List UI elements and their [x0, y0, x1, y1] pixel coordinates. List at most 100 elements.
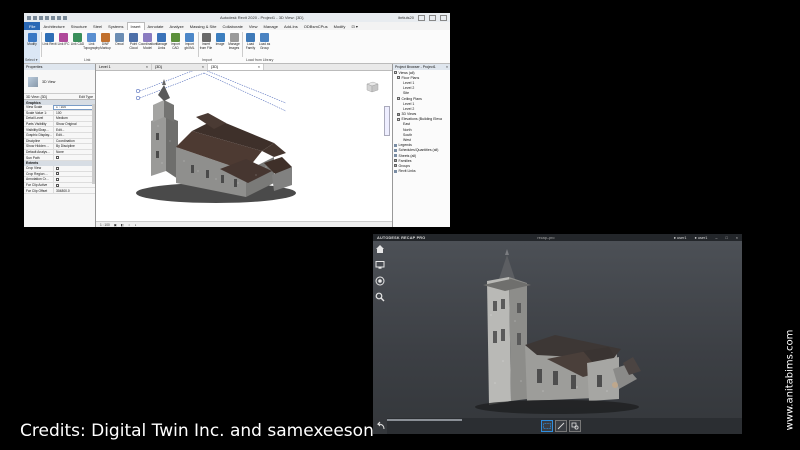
3d-view-canvas[interactable]: Level 1 × {3D} × {3D} × 1: 100 ▣ ◧ ☼ ◐ [96, 64, 392, 227]
property-value[interactable]: 1 : 100 [53, 105, 95, 110]
back-arrow-icon[interactable] [376, 421, 386, 431]
ribbon-panel-label[interactable]: Select ▾ [25, 58, 37, 62]
browser-node[interactable]: Revit Links [393, 169, 450, 174]
ribbon-tab[interactable]: Analyze [167, 22, 187, 30]
ribbon-tab[interactable]: Annotate [145, 22, 167, 30]
save-icon[interactable] [33, 15, 37, 20]
measure-icon[interactable] [57, 15, 61, 20]
maximize-button[interactable] [429, 14, 436, 21]
text-icon[interactable] [63, 15, 67, 20]
type-selector[interactable]: 3D View [24, 70, 95, 94]
annotate-icon[interactable] [569, 420, 581, 432]
property-value[interactable]: 304800.0 [53, 188, 95, 193]
recap-3d-viewport[interactable] [387, 241, 742, 418]
view-cube-icon[interactable] [364, 80, 380, 94]
view-tab[interactable]: {3D} × [208, 64, 264, 70]
ribbon-tab[interactable]: ⊡ ▾ [348, 22, 360, 30]
ribbon-tab[interactable]: Collaborate [219, 22, 245, 30]
ribbon-tab[interactable]: Insert [126, 22, 145, 30]
ribbon-tab[interactable]: Structure [68, 22, 90, 30]
close-icon[interactable]: × [446, 65, 448, 69]
ribbon-tab[interactable]: Add-Ins [281, 22, 301, 30]
property-value[interactable] [53, 177, 95, 182]
open-icon[interactable] [27, 15, 31, 20]
timeline-scroll-handle[interactable] [387, 419, 462, 421]
property-checkbox[interactable] [56, 177, 59, 181]
select-window-icon[interactable] [541, 420, 553, 432]
tool-label: Import CAD [170, 42, 181, 50]
property-value[interactable]: By Discipline [53, 144, 95, 149]
recap-user-right[interactable]: ● user1 [695, 236, 708, 240]
quick-access-toolbar[interactable] [27, 15, 67, 20]
home-icon[interactable] [375, 244, 385, 254]
ribbon-tab[interactable]: Manage [261, 22, 281, 30]
property-value[interactable] [53, 165, 95, 171]
browser-node-label: Level 2 [403, 106, 415, 111]
expand-icon[interactable]: + [397, 112, 400, 116]
property-checkbox[interactable] [56, 166, 59, 170]
minimize-button[interactable]: – [715, 236, 717, 240]
ribbon-tab[interactable]: Modify [331, 22, 349, 30]
property-value[interactable]: None [53, 149, 95, 155]
ribbon-tab[interactable]: Steel [90, 22, 105, 30]
tool-icon [87, 33, 96, 42]
property-value[interactable]: Edit... [53, 127, 95, 132]
view-scale-text[interactable]: 1 : 100 [100, 223, 110, 227]
ribbon-tab[interactable]: Massing & Site [187, 22, 220, 30]
collapse-icon[interactable]: − [397, 76, 400, 80]
recap-user-left[interactable]: ● user1 [674, 236, 687, 240]
close-icon[interactable]: × [258, 65, 260, 69]
shadows-icon[interactable]: ◐ [135, 223, 137, 227]
print-icon[interactable] [51, 15, 55, 20]
view-tab[interactable]: {3D} × [152, 64, 208, 70]
view-tab[interactable]: Level 1 × [96, 64, 152, 70]
property-checkbox[interactable] [56, 183, 59, 187]
visual-style-icon[interactable]: ◧ [121, 223, 124, 227]
property-value[interactable]: Show Original [53, 121, 95, 127]
target-icon[interactable] [375, 276, 385, 286]
close-icon[interactable]: × [202, 65, 204, 69]
navigation-bar[interactable] [384, 106, 390, 136]
browser-node-label: Groups [398, 163, 410, 168]
properties-scrollbar[interactable] [92, 104, 95, 184]
redo-icon[interactable] [45, 15, 49, 20]
close-button[interactable]: × [736, 236, 738, 240]
maximize-button[interactable]: □ [725, 236, 727, 240]
expand-icon[interactable]: + [394, 159, 397, 163]
display-icon[interactable] [375, 260, 385, 270]
ribbon-tab[interactable]: ODBsmCPus [301, 22, 331, 30]
collapse-icon[interactable]: − [397, 117, 400, 121]
property-value[interactable]: Medium [53, 116, 95, 121]
detail-level-icon[interactable]: ▣ [114, 223, 117, 227]
collapse-icon[interactable]: − [394, 71, 397, 75]
ribbon-tab[interactable]: Systems [105, 22, 126, 30]
sun-path-icon[interactable]: ☼ [128, 223, 131, 227]
section-marker-icon[interactable] [135, 88, 141, 101]
edit-type-button[interactable]: Edit Type [79, 95, 93, 99]
property-value[interactable]: Coordination [53, 138, 95, 144]
collapse-icon[interactable]: − [397, 97, 400, 101]
close-button[interactable] [440, 14, 447, 21]
expand-icon[interactable]: + [394, 164, 397, 168]
property-value[interactable]: Edit... [53, 132, 95, 138]
point-cloud-church-model[interactable] [96, 71, 392, 227]
property-checkbox[interactable] [56, 156, 59, 160]
ribbon-tab[interactable]: Architecture [40, 22, 67, 30]
view-selector[interactable]: 3D View: {3D} [26, 95, 47, 99]
undo-icon[interactable] [39, 15, 43, 20]
property-value[interactable] [53, 155, 95, 160]
minimize-button[interactable] [418, 14, 425, 21]
user-name[interactable]: ibrtiuls20 [398, 15, 414, 20]
ribbon-tab[interactable]: File [24, 22, 41, 30]
ribbon-tab[interactable]: View [246, 22, 261, 30]
measure-icon[interactable] [555, 420, 567, 432]
browser-node[interactable]: − Elevations (Building Eleva [393, 117, 450, 122]
close-icon[interactable]: × [146, 65, 148, 69]
property-value[interactable] [53, 182, 95, 188]
search-icon[interactable] [375, 292, 385, 302]
tool-icon [215, 33, 225, 42]
property-checkbox[interactable] [56, 172, 59, 176]
property-value[interactable]: 100 [53, 110, 95, 116]
property-value[interactable] [53, 171, 95, 177]
point-cloud-church-model[interactable] [387, 241, 742, 418]
